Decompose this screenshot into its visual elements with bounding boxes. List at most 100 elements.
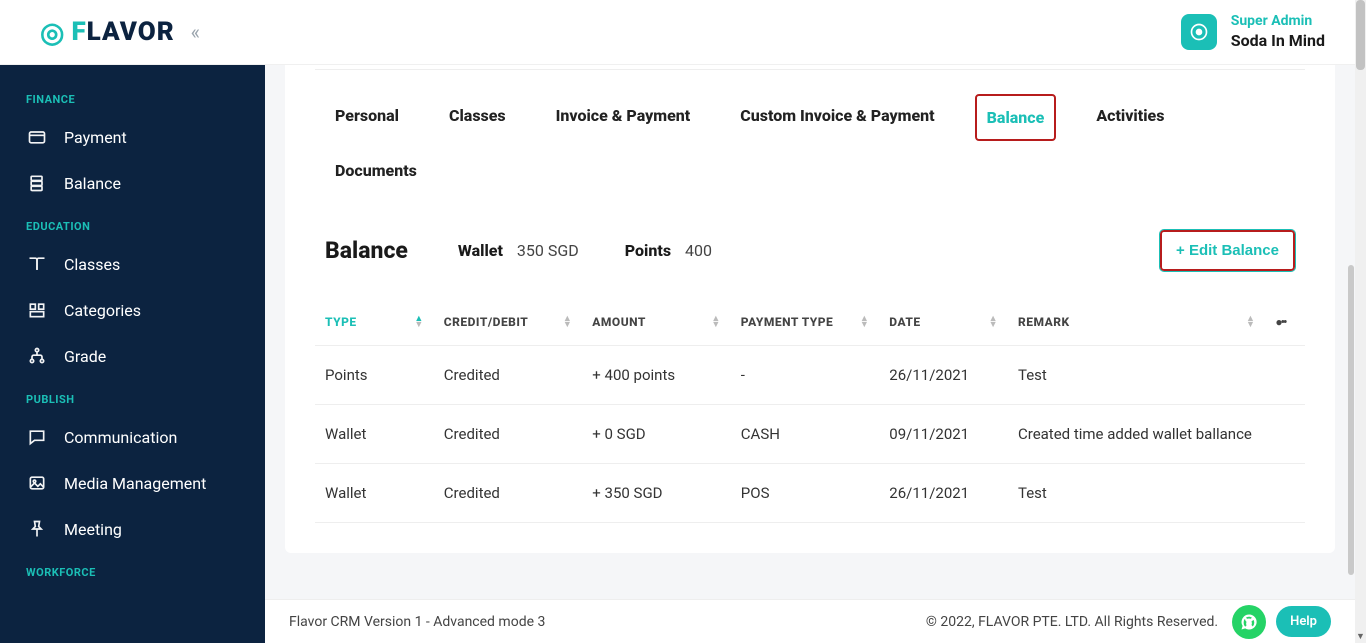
tab-documents[interactable]: Documents: [325, 149, 427, 192]
cell-amount: + 350 SGD: [582, 464, 731, 523]
sidebar-item-label: Communication: [64, 428, 177, 447]
edit-balance-button[interactable]: + Edit Balance: [1160, 230, 1295, 271]
th-actions[interactable]: ●••: [1265, 299, 1305, 346]
cell-remark: Test: [1008, 464, 1265, 523]
tab-balance[interactable]: Balance: [975, 94, 1057, 141]
cell-date: 26/11/2021: [879, 346, 1008, 405]
window-scrollbar[interactable]: ▲ ▼: [1355, 0, 1366, 643]
row-actions[interactable]: [1265, 464, 1305, 523]
cell-credit_debit: Credited: [434, 405, 583, 464]
sidebar-item-label: Grade: [64, 347, 106, 366]
cell-type: Wallet: [315, 405, 434, 464]
balance-title: Balance: [325, 237, 408, 264]
sort-icon[interactable]: ▲▼: [711, 316, 720, 328]
user-role: Super Admin: [1231, 13, 1325, 31]
sort-icon[interactable]: ▲▼: [414, 316, 423, 328]
main-content: Nationality - PersonalClassesInvoice & P…: [265, 65, 1355, 599]
tab-personal[interactable]: Personal: [325, 94, 409, 141]
card-icon: [26, 127, 48, 147]
sidebar-item-categories[interactable]: Categories: [0, 287, 265, 333]
cell-amount: + 400 points: [582, 346, 731, 405]
cell-payment_type: CASH: [731, 405, 880, 464]
tab-invoice-payment[interactable]: Invoice & Payment: [546, 94, 701, 141]
cell-type: Wallet: [315, 464, 434, 523]
sidebar-section-label: FINANCE: [0, 79, 265, 114]
balance-table: TYPE▲▼ CREDIT/DEBIT▲▼ AMOUNT▲▼ PAYMENT T…: [315, 299, 1305, 523]
image-icon: [26, 473, 48, 493]
tab-activities[interactable]: Activities: [1086, 94, 1174, 141]
cell-date: 09/11/2021: [879, 405, 1008, 464]
sidebar-item-media[interactable]: Media Management: [0, 460, 265, 506]
table-row: PointsCredited+ 400 points-26/11/2021Tes…: [315, 346, 1305, 405]
row-actions[interactable]: [1265, 405, 1305, 464]
pin-icon: [26, 519, 48, 539]
help-button[interactable]: Help: [1276, 606, 1331, 637]
sidebar-item-communication[interactable]: Communication: [0, 414, 265, 460]
sidebar-item-balance[interactable]: Balance: [0, 160, 265, 206]
footer: Flavor CRM Version 1 - Advanced mode 3 ©…: [265, 599, 1355, 643]
th-type[interactable]: TYPE▲▼: [315, 299, 434, 346]
sidebar-item-label: Categories: [64, 301, 141, 320]
sidebar-section-label: PUBLISH: [0, 379, 265, 414]
wallet-label: Wallet: [458, 241, 503, 260]
brand-logo[interactable]: ◎ FLAVOR: [40, 16, 175, 49]
brand-logo-icon: ◎: [40, 16, 65, 49]
cell-remark: Test: [1008, 346, 1265, 405]
table-row: WalletCredited+ 0 SGDCASH09/11/2021Creat…: [315, 405, 1305, 464]
sidebar-item-grade[interactable]: Grade: [0, 333, 265, 379]
cell-date: 26/11/2021: [879, 464, 1008, 523]
table-row: WalletCredited+ 350 SGDPOS26/11/2021Test: [315, 464, 1305, 523]
sidebar-item-label: Meeting: [64, 520, 122, 539]
avatar: [1181, 14, 1217, 50]
cell-payment_type: POS: [731, 464, 880, 523]
sidebar: FINANCE Payment BalanceEDUCATION Classes Cat…: [0, 65, 265, 643]
scrollbar-thumb[interactable]: [1348, 265, 1354, 575]
whatsapp-button[interactable]: [1232, 605, 1266, 639]
book-icon: [26, 254, 48, 274]
sort-icon[interactable]: ▲▼: [860, 316, 869, 328]
footer-version: Flavor CRM Version 1 - Advanced mode 3: [289, 614, 545, 630]
sort-icon[interactable]: ▲▼: [1246, 316, 1255, 328]
sidebar-section-label: EDUCATION: [0, 206, 265, 241]
sidebar-item-label: Classes: [64, 255, 120, 274]
th-date[interactable]: DATE▲▼: [879, 299, 1008, 346]
cell-remark: Created time added wallet ballance: [1008, 405, 1265, 464]
sidebar-item-label: Media Management: [64, 474, 206, 493]
cell-credit_debit: Credited: [434, 346, 583, 405]
points-value: 400: [685, 241, 712, 260]
sort-icon[interactable]: ▲▼: [563, 316, 572, 328]
wallet-value: 350 SGD: [517, 241, 579, 260]
content-scrollbar[interactable]: [1347, 65, 1355, 593]
sidebar-item-meeting[interactable]: Meeting: [0, 506, 265, 552]
points-label: Points: [625, 241, 671, 260]
cell-type: Points: [315, 346, 434, 405]
table-header-row: TYPE▲▼ CREDIT/DEBIT▲▼ AMOUNT▲▼ PAYMENT T…: [315, 299, 1305, 346]
grid-icon: [26, 300, 48, 320]
user-org: Soda In Mind: [1231, 31, 1325, 51]
tabs: Personal Classes Invoice & Payment Custom I…: [285, 70, 1335, 206]
row-actions[interactable]: [1265, 346, 1305, 405]
tab-classes[interactable]: Classes: [439, 94, 516, 141]
cell-credit_debit: Credited: [434, 464, 583, 523]
topbar: ◎ FLAVOR « Super Admin Soda In Mind: [0, 0, 1355, 65]
th-amount[interactable]: AMOUNT▲▼: [582, 299, 731, 346]
sidebar-item-payment[interactable]: Payment: [0, 114, 265, 160]
balance-summary: Balance Wallet 350 SGD Points 400 + Edit…: [285, 206, 1335, 289]
th-remark[interactable]: REMARK▲▼: [1008, 299, 1265, 346]
sidebar-item-classes[interactable]: Classes: [0, 241, 265, 287]
scrollbar-thumb[interactable]: [1356, 0, 1365, 70]
content-card: Nationality - PersonalClassesInvoice & P…: [285, 65, 1335, 553]
brand-name: FLAVOR: [71, 17, 174, 47]
sort-icon[interactable]: ▲▼: [989, 316, 998, 328]
th-payment-type[interactable]: PAYMENT TYPE▲▼: [731, 299, 880, 346]
cell-amount: + 0 SGD: [582, 405, 731, 464]
th-credit-debit[interactable]: CREDIT/DEBIT▲▼: [434, 299, 583, 346]
tab-custom-invoice-payment[interactable]: Custom Invoice & Payment: [730, 94, 944, 141]
sidebar-item-label: Payment: [64, 128, 127, 147]
footer-copyright: © 2022, FLAVOR PTE. LTD. All Rights Rese…: [926, 614, 1218, 630]
sidebar-collapse-icon[interactable]: «: [191, 20, 200, 44]
layers-icon: [26, 173, 48, 193]
user-menu[interactable]: Super Admin Soda In Mind: [1181, 13, 1325, 51]
hierarchy-icon: [26, 346, 48, 366]
more-icon: ●••: [1275, 315, 1285, 329]
